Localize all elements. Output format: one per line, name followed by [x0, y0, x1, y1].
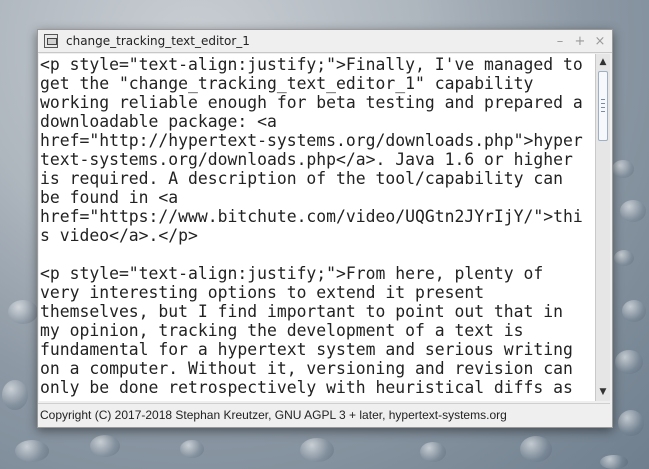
app-window-icon: [44, 34, 58, 48]
editor-text[interactable]: <p style="text-align:justify;">Finally, …: [39, 54, 595, 397]
editor-window: change_tracking_text_editor_1 – + × <p s…: [37, 29, 613, 428]
title-bar[interactable]: change_tracking_text_editor_1 – + ×: [38, 30, 612, 53]
scroll-up-arrow-icon[interactable]: ▲: [596, 56, 610, 69]
minimize-button[interactable]: –: [550, 34, 570, 49]
scroll-down-arrow-icon[interactable]: ▼: [596, 386, 610, 399]
text-editor-area[interactable]: <p style="text-align:justify;">Finally, …: [39, 54, 595, 401]
close-button[interactable]: ×: [590, 34, 610, 49]
window-title: change_tracking_text_editor_1: [66, 34, 250, 48]
maximize-button[interactable]: +: [570, 34, 590, 49]
status-bar: Copyright (C) 2017-2018 Stephan Kreutzer…: [38, 403, 610, 425]
vertical-scrollbar[interactable]: ▲ ▼: [595, 54, 610, 401]
scrollbar-thumb[interactable]: [598, 71, 608, 141]
